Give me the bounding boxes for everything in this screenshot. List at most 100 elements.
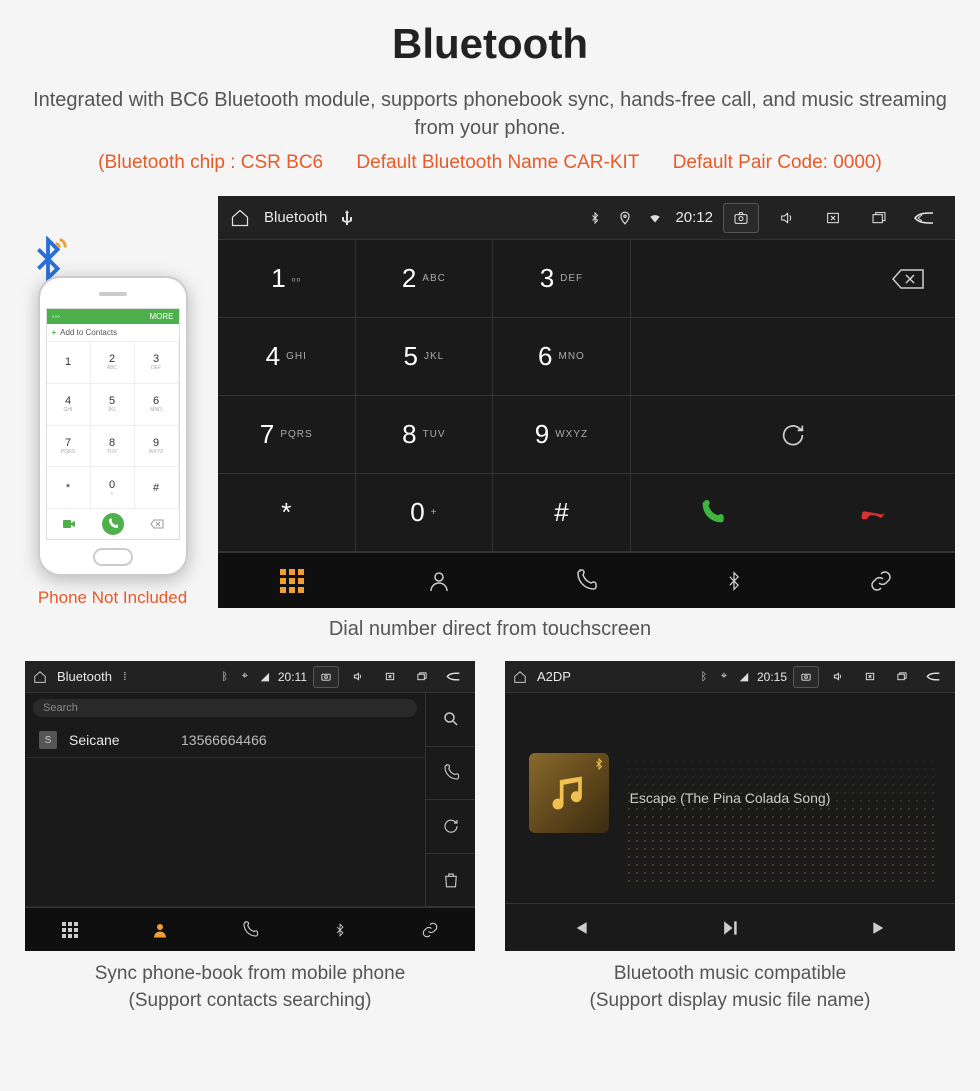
link-icon — [420, 921, 440, 939]
app-title: Bluetooth — [264, 209, 327, 226]
close-button[interactable] — [815, 203, 851, 233]
dialpad-icon — [280, 569, 304, 593]
phone-mockup: ◦◦◦ MORE + Add to Contacts 12ABC3DEF 4GHI… — [25, 236, 200, 608]
nav-dialpad[interactable] — [218, 553, 365, 608]
contact-row[interactable]: S Seicane 13566664466 — [25, 723, 425, 758]
phone-key-4[interactable]: 4GHI — [47, 384, 91, 426]
next-button[interactable] — [805, 904, 955, 951]
contacts-app-title: Bluetooth — [57, 669, 112, 684]
phone-key-7[interactable]: 7PQRS — [47, 426, 91, 468]
phone-key-0[interactable]: 0+ — [91, 467, 135, 509]
back-button[interactable] — [441, 666, 467, 688]
dial-key-5[interactable]: 5JKL — [356, 318, 494, 396]
screenshot-button[interactable] — [793, 666, 819, 688]
back-button[interactable] — [921, 666, 947, 688]
dial-key-4[interactable]: 4GHI — [218, 318, 356, 396]
volume-button[interactable] — [769, 203, 805, 233]
dialer-screen: Bluetooth 20:12 1ₒₒ2ABC3DEF 4GHI5JKL6MNO 7… — [218, 196, 955, 608]
close-button[interactable] — [377, 666, 403, 688]
location-icon — [615, 210, 635, 226]
dial-key-2[interactable]: 2ABC — [356, 240, 494, 318]
phone-call-button[interactable] — [91, 509, 135, 539]
home-icon[interactable] — [513, 670, 527, 684]
recent-button[interactable] — [861, 203, 897, 233]
wifi-icon: ◢ — [737, 670, 751, 683]
phone-key-#[interactable]: # — [135, 467, 179, 509]
phone-add-contacts[interactable]: + Add to Contacts — [47, 324, 179, 342]
contact-number: 13566664466 — [181, 732, 267, 748]
nav-pair[interactable] — [808, 553, 955, 608]
dial-key-0[interactable]: 0+ — [356, 474, 494, 552]
dial-key-8[interactable]: 8TUV — [356, 396, 494, 474]
dial-key-9[interactable]: 9WXYZ — [493, 396, 631, 474]
person-icon — [151, 921, 169, 939]
screenshot-button[interactable] — [723, 203, 759, 233]
nav-history[interactable] — [205, 908, 295, 951]
nav-pair[interactable] — [385, 908, 475, 951]
volume-button[interactable] — [345, 666, 371, 688]
phone-icon — [574, 569, 598, 593]
home-icon[interactable] — [33, 670, 47, 684]
phone-key-2[interactable]: 2ABC — [91, 342, 135, 384]
usb-icon — [337, 210, 357, 226]
side-call[interactable] — [426, 747, 475, 801]
empty-row — [631, 318, 955, 396]
page-subtitle: Integrated with BC6 Bluetooth module, su… — [25, 86, 955, 142]
wifi-icon: ◢ — [258, 670, 272, 683]
recent-button[interactable] — [409, 666, 435, 688]
prev-button[interactable] — [505, 904, 655, 951]
dial-key-1[interactable]: 1ₒₒ — [218, 240, 356, 318]
hangup-button[interactable] — [793, 474, 955, 552]
close-button[interactable] — [857, 666, 883, 688]
phone-key-*[interactable]: * — [47, 467, 91, 509]
music-note-icon — [547, 771, 591, 815]
nav-bluetooth[interactable] — [295, 908, 385, 951]
side-sync[interactable] — [426, 800, 475, 854]
album-art — [529, 753, 609, 833]
dial-key-#[interactable]: # — [493, 474, 631, 552]
side-search[interactable] — [426, 693, 475, 747]
screenshot-button[interactable] — [313, 666, 339, 688]
phone-video-icon[interactable] — [47, 509, 91, 539]
dialer-caption: Dial number direct from touchscreen — [25, 618, 955, 641]
volume-button[interactable] — [825, 666, 851, 688]
contacts-card: Bluetooth ⁞ ᛒ ⌖ ◢ 20:11 Search — [25, 661, 475, 1014]
dial-key-3[interactable]: 3DEF — [493, 240, 631, 318]
side-delete[interactable] — [426, 854, 475, 908]
music-caption: Bluetooth music compatible (Support disp… — [505, 961, 955, 1014]
phone-topbar: ◦◦◦ MORE — [47, 309, 179, 324]
link-icon — [868, 569, 894, 593]
nav-bluetooth[interactable] — [660, 553, 807, 608]
dial-key-6[interactable]: 6MNO — [493, 318, 631, 396]
phone-backspace-icon[interactable] — [135, 509, 179, 539]
recent-button[interactable] — [889, 666, 915, 688]
search-input[interactable]: Search — [33, 699, 417, 717]
clock: 20:12 — [675, 209, 713, 226]
home-icon[interactable] — [230, 208, 250, 228]
usb-icon: ⁞ — [118, 671, 132, 683]
redial-key[interactable] — [631, 396, 955, 474]
phone-key-5[interactable]: 5JKL — [91, 384, 135, 426]
spec-name: Default Bluetooth Name CAR-KIT — [356, 152, 639, 173]
nav-history[interactable] — [513, 553, 660, 608]
back-button[interactable] — [907, 203, 943, 233]
call-button[interactable] — [631, 474, 793, 552]
play-pause-button[interactable] — [655, 904, 805, 951]
contacts-caption: Sync phone-book from mobile phone (Suppo… — [25, 961, 475, 1014]
contact-name: Seicane — [69, 732, 169, 748]
phone-key-3[interactable]: 3DEF — [135, 342, 179, 384]
phone-key-6[interactable]: 6MNO — [135, 384, 179, 426]
phone-icon — [241, 921, 259, 939]
dial-key-*[interactable]: * — [218, 474, 356, 552]
phone-key-8[interactable]: 8TUV — [91, 426, 135, 468]
nav-dialpad[interactable] — [25, 908, 115, 951]
bluetooth-status-icon: ᛒ — [697, 671, 711, 683]
nav-contacts[interactable] — [365, 553, 512, 608]
spec-code: Default Pair Code: 0000) — [673, 152, 882, 173]
phone-key-1[interactable]: 1 — [47, 342, 91, 384]
dial-key-7[interactable]: 7PQRS — [218, 396, 356, 474]
phone-key-9[interactable]: 9WXYZ — [135, 426, 179, 468]
phone-home-button[interactable] — [93, 548, 133, 566]
nav-contacts[interactable] — [115, 908, 205, 951]
backspace-key[interactable] — [631, 240, 955, 318]
